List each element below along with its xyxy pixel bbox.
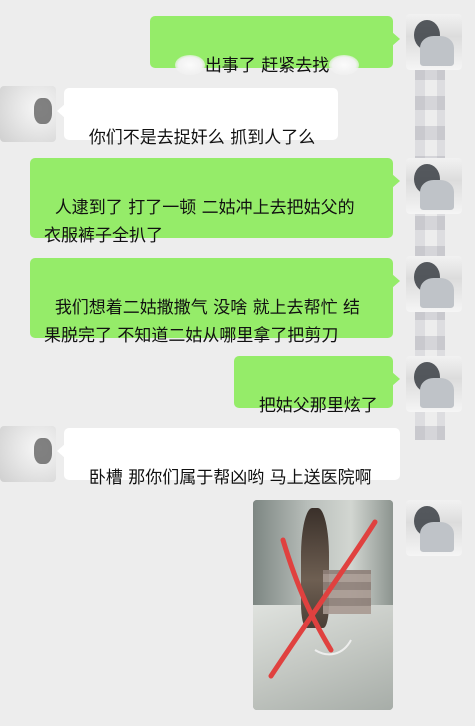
red-cross-annotation — [268, 519, 378, 679]
message-text: 出事了 赶紧去找 — [204, 56, 330, 76]
message-bubble-received[interactable]: 卧槽 那你们属于帮凶哟 马上送医院啊 — [57, 428, 400, 488]
user-avatar[interactable] — [406, 500, 462, 556]
message-text: 把姑父那里炫了 — [258, 396, 378, 416]
message-bubble-sent[interactable]: 我们想着二姑撒撒气 没啥 就上去帮忙 结 果脱完了 不知道二姑从哪里拿了把剪刀 — [30, 258, 400, 346]
user-avatar[interactable] — [406, 356, 462, 412]
message-bubble-sent[interactable]: 人逮到了 打了一顿 二姑冲上去把姑父的 衣服裤子全扒了 — [30, 158, 400, 246]
user-avatar[interactable] — [406, 158, 462, 214]
user-avatar[interactable] — [406, 14, 462, 70]
image-message[interactable] — [253, 500, 393, 710]
white-curve — [314, 639, 352, 656]
contact-avatar[interactable] — [0, 426, 56, 482]
redacted-text — [174, 55, 205, 75]
message-text: 你们不是去捉奸么 抓到人了么 — [88, 128, 316, 148]
message-bubble-received[interactable]: 你们不是去捉奸么 抓到人了么 — [57, 88, 338, 148]
contact-avatar[interactable] — [0, 86, 56, 142]
message-text: 卧槽 那你们属于帮凶哟 马上送医院啊 — [88, 468, 372, 488]
message-text: 人逮到了 打了一顿 二姑冲上去把姑父的 衣服裤子全扒了 — [44, 198, 355, 246]
redacted-text — [329, 55, 360, 75]
message-bubble-sent[interactable]: 把姑父那里炫了 — [234, 356, 400, 416]
user-avatar[interactable] — [406, 256, 462, 312]
message-bubble-sent[interactable]: 出事了 赶紧去找 — [150, 16, 400, 76]
message-text: 我们想着二姑撒撒气 没啥 就上去帮忙 结 果脱完了 不知道二姑从哪里拿了把剪刀 — [44, 298, 361, 346]
